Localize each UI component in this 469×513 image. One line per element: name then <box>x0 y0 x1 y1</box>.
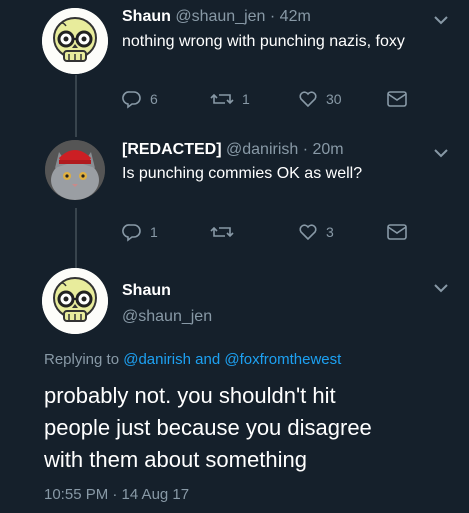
reply-mention-link[interactable]: @danirish <box>123 351 191 368</box>
reply-count: 1 <box>150 224 158 240</box>
reply-mention-link[interactable]: @foxfromthewest <box>224 351 341 368</box>
like-count: 30 <box>326 91 342 107</box>
retweet-button[interactable]: 1 <box>210 89 250 109</box>
timestamp[interactable]: · 42m <box>270 8 311 25</box>
reply-icon <box>122 224 141 242</box>
like-icon <box>299 91 317 108</box>
main-tweet-line: probably not. you shouldn't hit <box>44 383 336 408</box>
main-tweet-text: probably not. you shouldn't hit people j… <box>44 380 372 476</box>
retweet-button[interactable] <box>210 222 242 242</box>
tweet-1[interactable]: Shaun @shaun_jen · 42m nothing wrong wit… <box>0 0 469 130</box>
skull-avatar[interactable] <box>42 268 108 334</box>
tweet-header: Shaun @shaun_jen · 42m <box>122 8 311 26</box>
timestamp[interactable]: · 20m <box>303 141 344 158</box>
main-tweet-line: with them about something <box>44 447 307 472</box>
chevron-down-icon[interactable] <box>432 282 450 294</box>
reply-button[interactable]: 1 <box>122 222 158 242</box>
replying-prefix: Replying to <box>44 351 120 368</box>
chevron-down-icon[interactable] <box>432 147 450 159</box>
retweet-icon <box>210 226 234 238</box>
display-name[interactable]: [REDACTED] <box>122 141 222 158</box>
display-name[interactable]: Shaun <box>122 8 171 25</box>
reply-and: and <box>195 351 221 368</box>
chevron-down-icon[interactable] <box>432 14 450 26</box>
display-name[interactable]: Shaun <box>122 282 171 300</box>
dm-icon[interactable] <box>386 223 408 241</box>
dm-icon[interactable] <box>386 90 408 108</box>
reply-button[interactable]: 6 <box>122 89 158 109</box>
like-icon <box>299 224 317 241</box>
tweet-2[interactable]: [REDACTED] @danirish · 20m Is punching c… <box>0 135 469 255</box>
cat-avatar[interactable] <box>45 140 105 200</box>
main-timestamp[interactable]: 10:55 PM · 14 Aug 17 <box>44 486 189 503</box>
main-tweet: Shaun @shaun_jen Replying to @danirish a… <box>0 262 469 513</box>
tweet-header: [REDACTED] @danirish · 20m <box>122 141 344 159</box>
tweet-text: nothing wrong with punching nazis, foxy <box>122 33 405 50</box>
reply-count: 6 <box>150 91 158 107</box>
reply-icon <box>122 91 141 109</box>
main-tweet-line: people just because you disagree <box>44 415 372 440</box>
skull-avatar[interactable] <box>42 8 108 74</box>
replying-to: Replying to @danirish and @foxfromthewes… <box>44 351 341 368</box>
handle[interactable]: @shaun_jen <box>122 308 212 326</box>
like-button[interactable]: 3 <box>298 222 334 242</box>
retweet-icon <box>210 93 234 105</box>
tweet-text: Is punching commies OK as well? <box>122 165 363 182</box>
like-button[interactable]: 30 <box>298 89 342 109</box>
handle[interactable]: @danirish <box>226 141 298 158</box>
retweet-count: 1 <box>242 91 250 107</box>
handle[interactable]: @shaun_jen <box>175 8 265 25</box>
like-count: 3 <box>326 224 334 240</box>
